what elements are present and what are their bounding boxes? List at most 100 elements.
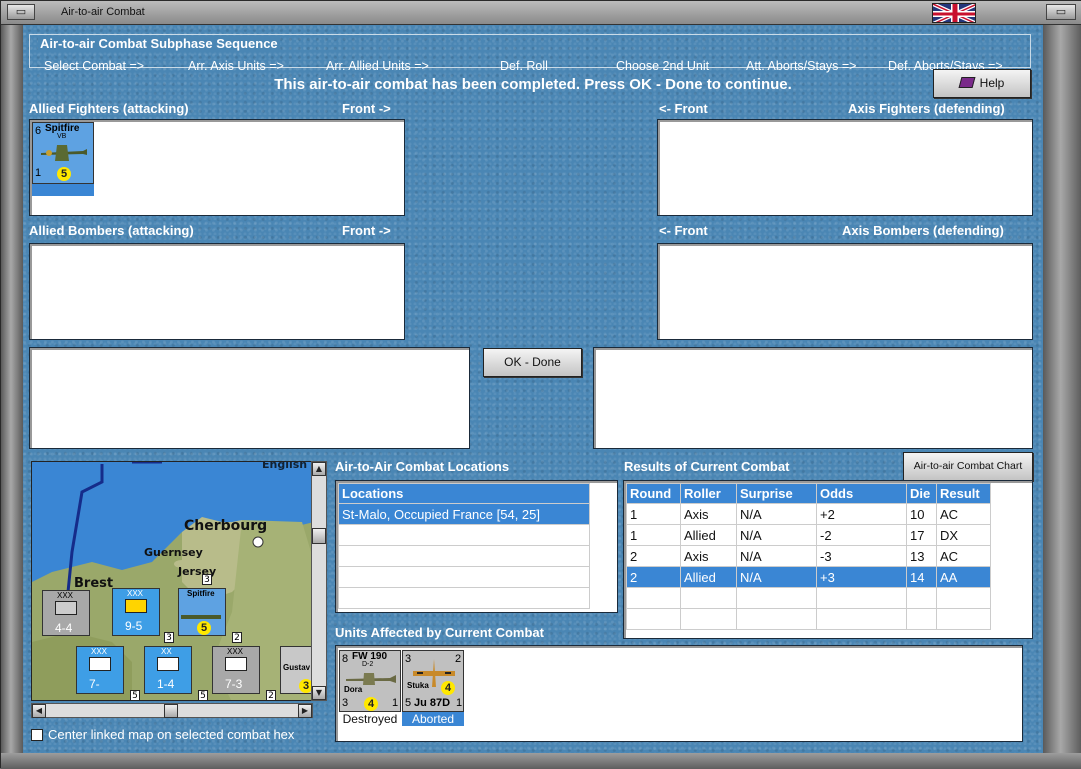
- scroll-thumb-vertical[interactable]: [312, 528, 326, 544]
- unit-value: 4-4: [55, 621, 73, 635]
- unit-value: 7-: [89, 677, 100, 691]
- results-cell: AA: [936, 566, 991, 588]
- axis-fighters-box[interactable]: [657, 119, 1033, 216]
- allied-info-box: [29, 347, 470, 449]
- map-marker: 2: [266, 690, 276, 700]
- results-cell: [626, 587, 681, 609]
- help-book-icon: [958, 77, 976, 88]
- counter-attack: 8: [342, 653, 349, 665]
- results-column-header: Round: [626, 483, 681, 504]
- map-vertical-scrollbar[interactable]: ▲ ▼: [311, 461, 327, 701]
- results-table: Round Roller Surprise Odds Die Result 1 Axis N/…: [626, 483, 991, 630]
- map-label-guernsey: Guernsey: [144, 546, 203, 559]
- unit-size: XXX: [91, 647, 108, 656]
- scroll-right-icon[interactable]: ▶: [298, 704, 312, 718]
- scroll-up-icon[interactable]: ▲: [312, 462, 326, 476]
- window-title: Air-to-air Combat: [61, 6, 145, 18]
- allied-fighters-front: Front ->: [342, 101, 391, 116]
- close-window-icon[interactable]: ▭: [1046, 4, 1076, 20]
- armor-symbol-icon: [125, 599, 147, 613]
- map-unit-cav-arm[interactable]: XXX 9-5: [112, 588, 160, 636]
- results-row[interactable]: 2 Allied N/A +3 14 AA: [626, 566, 991, 588]
- results-row[interactable]: 1 Axis N/A +2 10 AC: [626, 503, 991, 525]
- unit-value: 9-5: [125, 619, 143, 633]
- counter-extra: 1: [392, 697, 399, 709]
- map-label-brest: Brest: [74, 576, 114, 591]
- counter-variant: Ju 87D: [414, 697, 451, 709]
- center-map-checkbox-row[interactable]: Center linked map on selected combat hex: [29, 727, 329, 745]
- map-marker: 2: [232, 632, 242, 643]
- stuka-status: Aborted: [402, 712, 464, 726]
- map-marker: 5: [130, 690, 140, 700]
- spitfire-counter[interactable]: 6 Spitfire VB 1 5: [32, 122, 94, 184]
- map-marker: 3: [202, 574, 212, 585]
- results-cell: Axis: [680, 545, 737, 567]
- linked-map[interactable]: English Cherbourg Guernsey Jersey Brest …: [31, 461, 313, 701]
- counter-variant: VB: [57, 133, 67, 140]
- infantry-symbol-icon: [225, 657, 247, 671]
- results-cell: AC: [936, 545, 991, 567]
- results-row[interactable]: 1 Allied N/A -2 17 DX: [626, 524, 991, 546]
- step-arrange-axis: Arr. Axis Units =>: [188, 59, 284, 73]
- combat-chart-button[interactable]: Air-to-air Combat Chart: [903, 452, 1033, 481]
- axis-bombers-box[interactable]: [657, 243, 1033, 340]
- counter-variant: D-2: [362, 661, 374, 668]
- locations-list[interactable]: Locations St-Malo, Occupied France [54, …: [335, 480, 618, 613]
- axis-fighters-front: <- Front: [659, 101, 708, 116]
- map-unit-xx-inf[interactable]: XXX 7-3: [212, 646, 260, 694]
- units-affected-box: 8 FW 190 D-2 Dora 3 4 1 Destroyed 3 2 St…: [335, 645, 1023, 742]
- ok-done-button[interactable]: OK - Done: [483, 348, 582, 377]
- scroll-down-icon[interactable]: ▼: [312, 686, 326, 700]
- results-cell: [936, 587, 991, 609]
- infantry-symbol-icon: [55, 601, 77, 615]
- results-cell: Allied: [680, 524, 737, 546]
- map-unit-gustav[interactable]: Gustav 3: [280, 646, 312, 694]
- counter-bottom-right: 1: [456, 697, 463, 709]
- fw190-counter[interactable]: 8 FW 190 D-2 Dora 3 4 1: [339, 650, 401, 712]
- location-row[interactable]: [338, 566, 590, 588]
- results-row[interactable]: [626, 608, 991, 630]
- results-cell: N/A: [736, 524, 817, 546]
- locations-column-header: Locations: [338, 483, 590, 504]
- spitfire-plane-icon: [41, 145, 87, 161]
- results-column-header: Surprise: [736, 483, 817, 504]
- bottom-frame-border: [1, 753, 1081, 769]
- location-row[interactable]: [338, 587, 590, 609]
- step-select-combat: Select Combat =>: [44, 59, 145, 73]
- results-cell: N/A: [736, 566, 817, 588]
- subphase-title: Air-to-air Combat Subphase Sequence: [38, 36, 280, 51]
- scroll-thumb-horizontal[interactable]: [164, 704, 178, 718]
- map-marker: 5: [198, 690, 208, 700]
- map-unit-ii-inf[interactable]: XXX 7-: [76, 646, 124, 694]
- results-row[interactable]: [626, 587, 991, 609]
- system-menu-icon[interactable]: ▭: [7, 4, 35, 20]
- axis-fighters-label: Axis Fighters (defending): [848, 101, 1005, 116]
- results-cell: 17: [906, 524, 937, 546]
- locations-table: Locations St-Malo, Occupied France [54, …: [338, 483, 590, 609]
- results-cell: [936, 608, 991, 630]
- results-cell: [736, 608, 817, 630]
- step-def-roll: Def. Roll: [500, 59, 548, 73]
- unit-name: Gustav: [283, 663, 311, 672]
- map-horizontal-scrollbar[interactable]: ◀ ▶: [31, 703, 313, 718]
- map-unit-2nd-inf[interactable]: XX 1-4: [144, 646, 192, 694]
- help-button[interactable]: Help: [933, 69, 1031, 98]
- map-label-english: English: [262, 461, 308, 471]
- location-row[interactable]: [338, 524, 590, 546]
- results-cell: Axis: [680, 503, 737, 525]
- location-row[interactable]: [338, 545, 590, 567]
- results-column-header: Roller: [680, 483, 737, 504]
- map-unit-xxxv-inf[interactable]: XXX 4-4: [42, 590, 90, 636]
- results-cell: 1: [626, 524, 681, 546]
- allied-bombers-box[interactable]: [29, 243, 405, 340]
- stuka-counter[interactable]: 3 2 Stuka 4 5 Ju 87D 1: [402, 650, 464, 712]
- map-unit-spitfire[interactable]: Spitfire 5: [178, 588, 226, 636]
- scroll-left-icon[interactable]: ◀: [32, 704, 46, 718]
- center-map-checkbox[interactable]: [31, 729, 43, 741]
- results-row[interactable]: 2 Axis N/A -3 13 AC: [626, 545, 991, 567]
- allied-fighters-box[interactable]: 6 Spitfire VB 1 5: [29, 119, 405, 216]
- location-row[interactable]: St-Malo, Occupied France [54, 25]: [338, 503, 590, 525]
- results-cell: [816, 608, 907, 630]
- map-marker: 3: [164, 632, 174, 643]
- counter-range: 4: [441, 681, 455, 695]
